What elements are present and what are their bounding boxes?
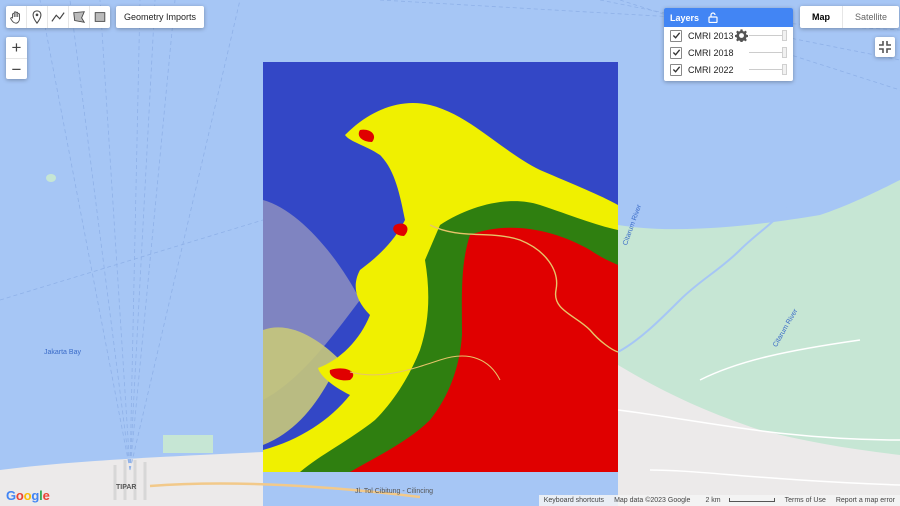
exit-fullscreen-icon xyxy=(879,41,891,53)
terms-of-use-link[interactable]: Terms of Use xyxy=(780,497,831,504)
layers-panel: Layers CMRI 2013 CMRI 2018 CMRI 2022 xyxy=(664,8,793,81)
opacity-slider[interactable] xyxy=(749,47,787,58)
layers-panel-header[interactable]: Layers xyxy=(664,8,793,27)
scale-indicator[interactable]: 2 km xyxy=(695,497,779,504)
drawing-toolbar xyxy=(6,6,110,28)
zoom-in-button[interactable]: + xyxy=(6,37,27,58)
layer-name: CMRI 2013 xyxy=(688,30,734,41)
layer-checkbox[interactable] xyxy=(670,63,682,76)
pan-tool-button[interactable] xyxy=(6,6,27,28)
rectangle-icon xyxy=(94,12,106,22)
checkmark-icon xyxy=(672,66,680,73)
marker-tool-button[interactable] xyxy=(27,6,48,28)
marker-icon xyxy=(32,10,42,24)
scale-label: 2 km xyxy=(705,497,721,504)
polyline-tool-button[interactable] xyxy=(48,6,69,28)
zoom-out-button[interactable]: − xyxy=(6,58,27,80)
layer-name: CMRI 2018 xyxy=(688,47,734,58)
slider-thumb[interactable] xyxy=(782,30,787,41)
zoom-control: + − xyxy=(6,37,27,79)
gear-icon[interactable] xyxy=(735,29,748,42)
port-park xyxy=(163,435,213,453)
label-toll-road: Jl. Tol Cibitung - Cilincing xyxy=(355,488,434,495)
layer-row-cmri-2022: CMRI 2022 xyxy=(664,61,793,78)
checkmark-icon xyxy=(672,32,680,39)
label-jakarta-bay: Jakarta Bay xyxy=(44,349,81,356)
label-tipar: TIPAR xyxy=(116,484,137,491)
geometry-imports-button[interactable]: Geometry Imports xyxy=(116,6,205,28)
layers-title: Layers xyxy=(670,12,700,23)
keyboard-shortcuts-link[interactable]: Keyboard shortcuts xyxy=(539,497,609,504)
scale-bar xyxy=(728,498,775,503)
report-map-error-link[interactable]: Report a map error xyxy=(831,497,900,504)
island xyxy=(46,174,56,182)
opacity-slider[interactable] xyxy=(749,64,787,75)
hand-icon xyxy=(10,11,20,24)
map-type-satellite-button[interactable]: Satellite xyxy=(842,6,899,28)
opacity-slider[interactable] xyxy=(749,30,787,41)
unlock-icon[interactable] xyxy=(708,12,718,23)
map-footer: Keyboard shortcuts Map data ©2023 Google… xyxy=(538,495,900,506)
slider-thumb[interactable] xyxy=(782,64,787,75)
polygon-tool-button[interactable] xyxy=(69,6,90,28)
fullscreen-button[interactable] xyxy=(875,37,895,57)
checkmark-icon xyxy=(672,49,680,56)
layer-name: CMRI 2022 xyxy=(688,64,734,75)
map-data-attribution: Map data ©2023 Google xyxy=(614,497,691,504)
layer-row-cmri-2013: CMRI 2013 xyxy=(664,27,793,44)
map-type-map-button[interactable]: Map xyxy=(800,6,842,28)
layer-row-cmri-2018: CMRI 2018 xyxy=(664,44,793,61)
layer-checkbox[interactable] xyxy=(670,29,682,42)
map-type-control: Map Satellite xyxy=(800,6,900,28)
polygon-icon xyxy=(73,11,86,23)
rectangle-tool-button[interactable] xyxy=(90,6,110,28)
layer-checkbox[interactable] xyxy=(670,46,682,59)
slider-thumb[interactable] xyxy=(782,47,787,58)
cmri-raster-layer xyxy=(263,62,619,472)
google-logo[interactable]: Google xyxy=(6,488,50,503)
polyline-icon xyxy=(51,12,65,22)
